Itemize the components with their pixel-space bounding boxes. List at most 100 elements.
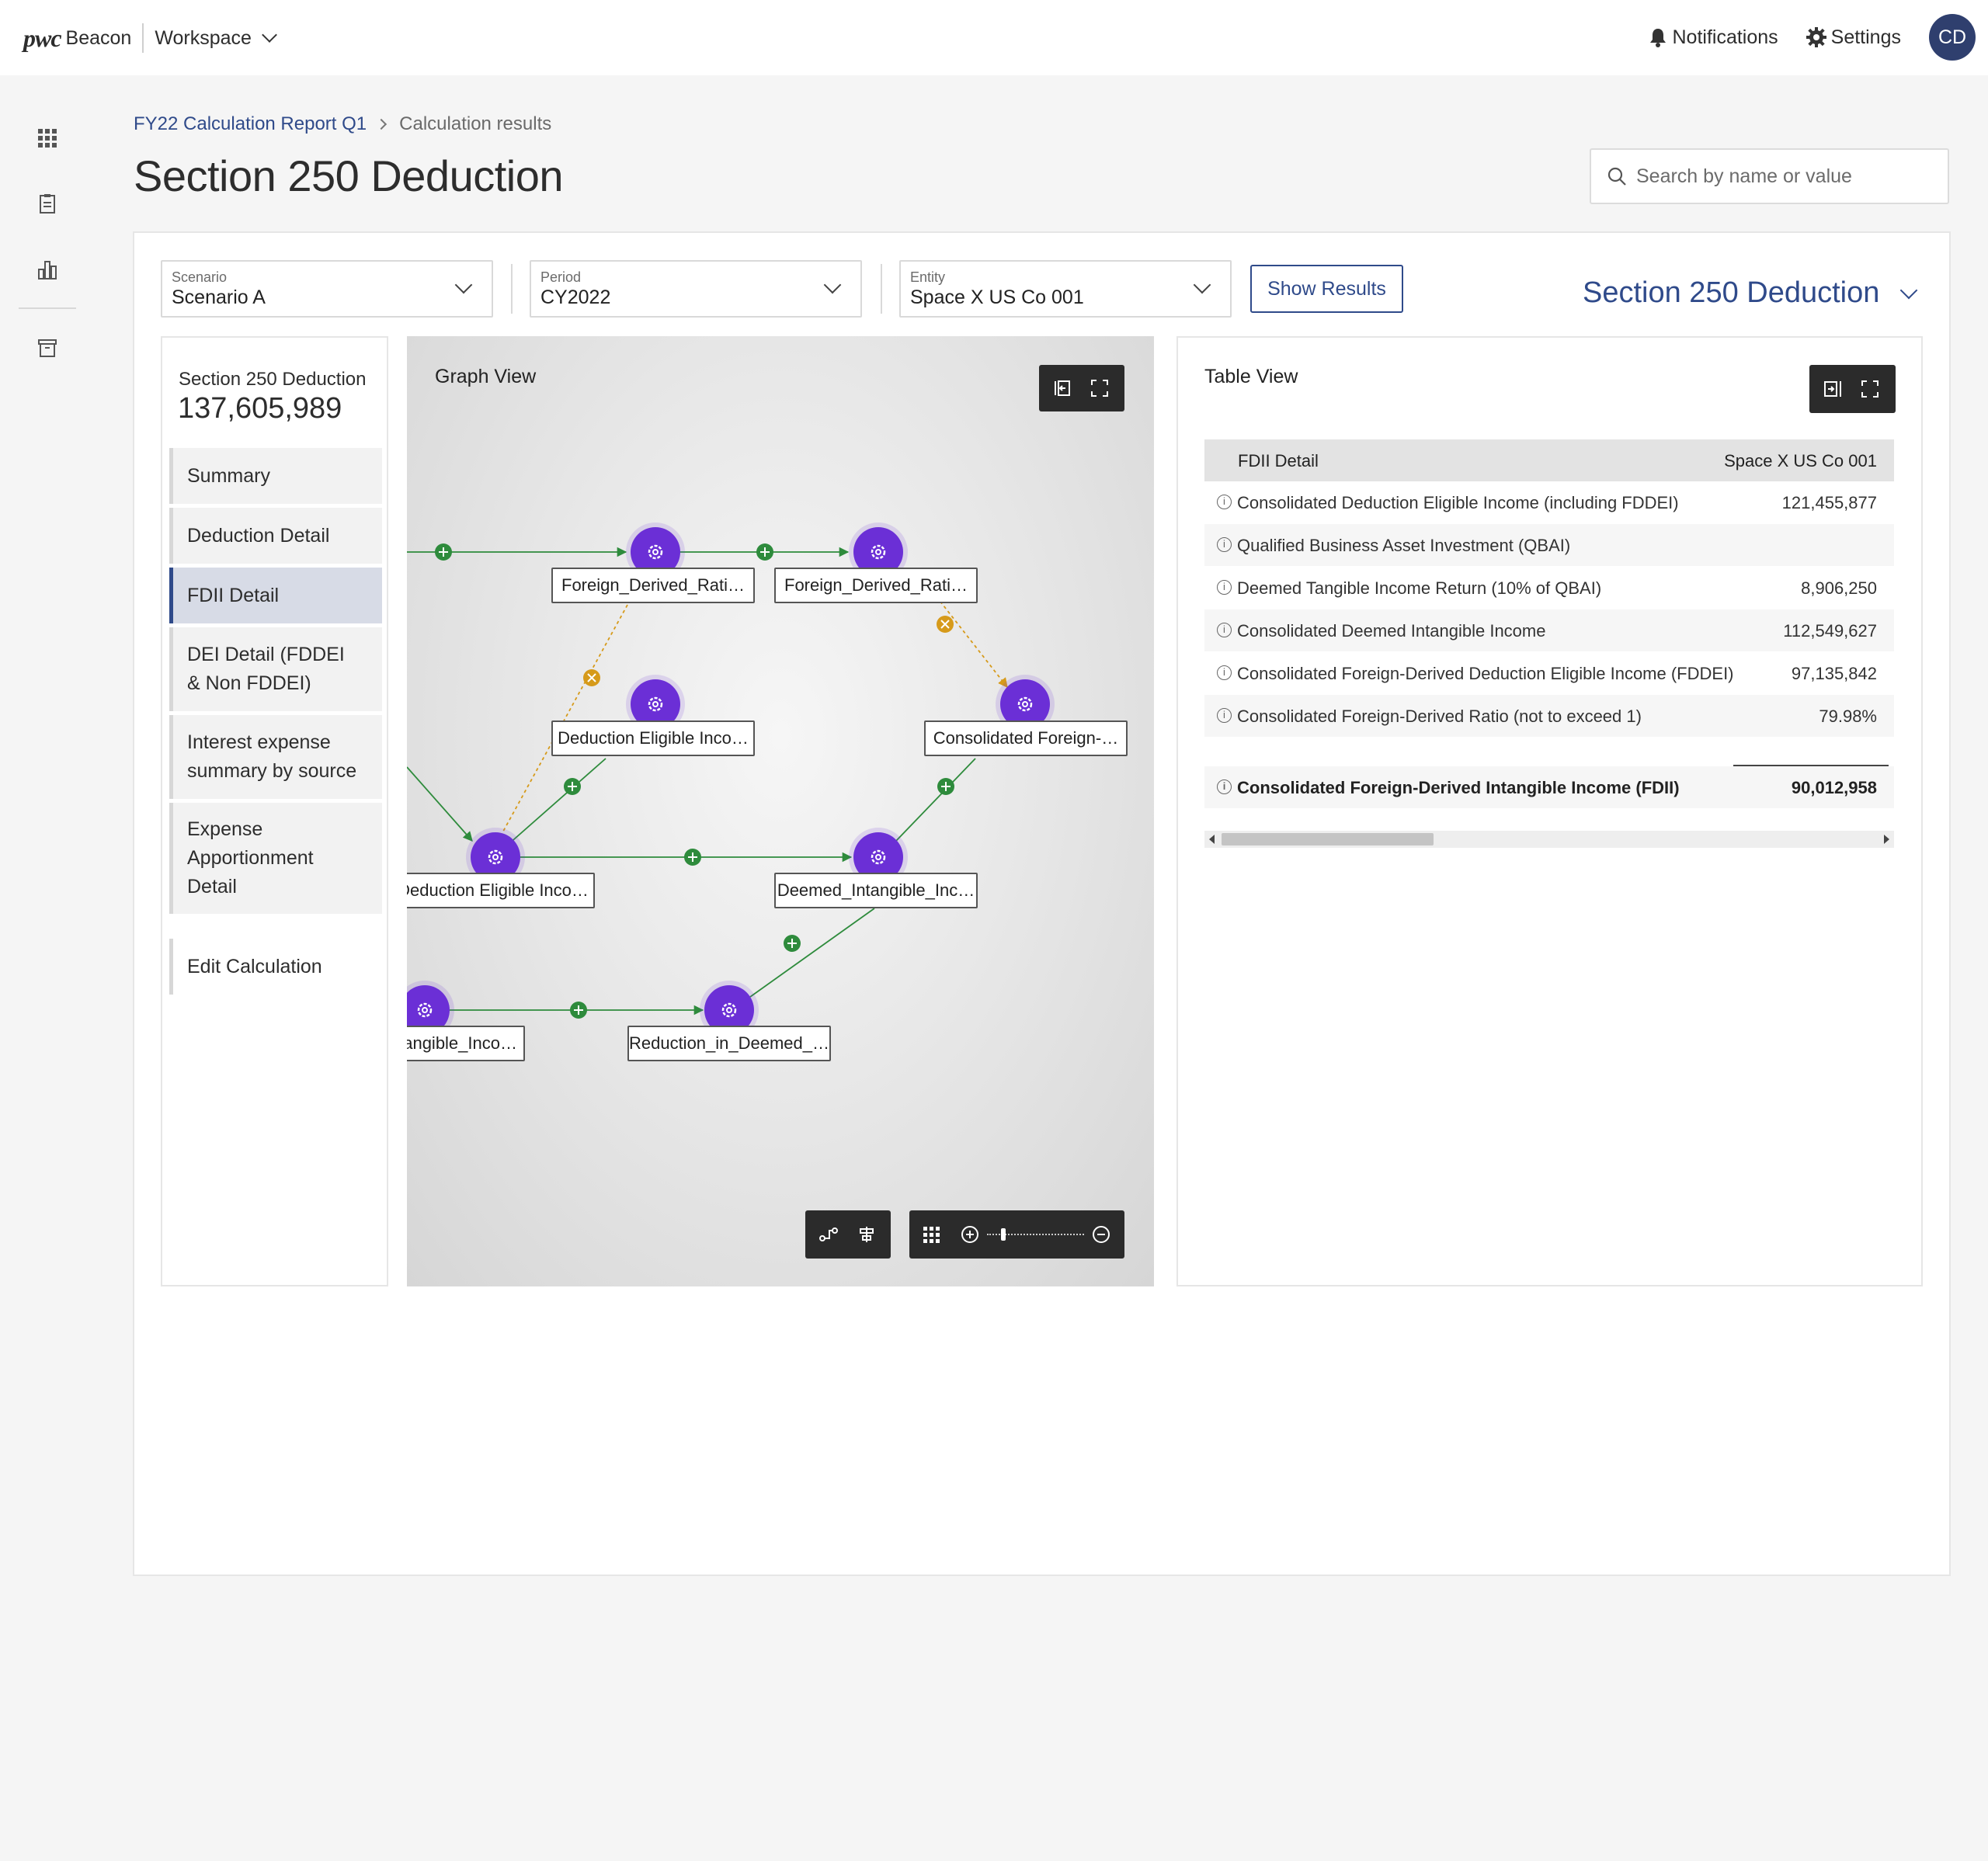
info-icon[interactable]: i [1217,537,1232,552]
chevron-down-icon [1193,276,1211,294]
chevron-down-icon [262,27,277,43]
nav-item-interest-expense[interactable]: Interest expense summary by source [169,715,382,799]
expand-panel-icon[interactable] [1823,380,1843,398]
zoom-in-icon[interactable] [961,1225,979,1244]
scroll-left-icon[interactable] [1209,835,1215,844]
clipboard-icon[interactable] [36,193,58,214]
nav-item-label: FDII Detail [187,584,280,606]
breadcrumb-parent-link[interactable]: FY22 Calculation Report Q1 [134,113,367,135]
grid-icon[interactable] [922,1225,940,1244]
scroll-right-icon[interactable] [1883,835,1889,844]
row-value: 79.98% [1819,707,1877,726]
table-row[interactable]: i Consolidated Foreign-Derived Ratio (no… [1204,695,1894,737]
entity-select[interactable]: Entity Space X US Co 001 [899,260,1232,318]
fullscreen-icon[interactable] [1090,379,1109,398]
graph-node-label[interactable]: Foreign_Derived_Rati… [551,568,755,603]
nav-item-summary[interactable]: Summary [169,448,382,504]
nav-item-label: DEI Detail (FDDEI & Non FDDEI) [187,644,345,694]
table-total-row[interactable]: i Consolidated Foreign-Derived Intangibl… [1204,766,1894,808]
graph-node-label[interactable]: Deemed_Intangible_Inc… [774,873,978,908]
bar-chart-icon[interactable] [36,259,58,280]
info-icon[interactable]: i [1217,779,1232,794]
graph-edge [895,758,976,842]
plus-circle-icon [784,935,801,952]
fullscreen-icon[interactable] [1861,380,1879,398]
search-input[interactable] [1636,165,1931,188]
brand[interactable]: pwc Beacon Workspace [23,23,277,53]
plus-circle-icon [435,543,452,561]
graph-edge [407,766,473,842]
gear-icon [1806,27,1826,47]
search-box[interactable] [1590,148,1949,204]
graph-view-title: Graph View [435,366,537,387]
zoom-out-icon[interactable] [1092,1225,1110,1244]
align-icon[interactable] [857,1225,876,1244]
info-icon[interactable]: i [1217,665,1232,680]
nav-item-expense-apportionment[interactable]: Expense Apportionment Detail [169,803,382,914]
settings-link[interactable]: Settings [1806,26,1901,49]
row-value: 112,549,627 [1783,621,1877,641]
plus-circle-icon [937,778,954,795]
info-icon[interactable]: i [1217,708,1232,723]
workspace-switcher[interactable]: Workspace [155,26,277,50]
table-row[interactable]: i Consolidated Foreign-Derived Deduction… [1204,652,1894,694]
graph-node-label[interactable]: Reduction_in_Deemed_… [627,1026,831,1061]
nav-item-dei-detail[interactable]: DEI Detail (FDDEI & Non FDDEI) [169,627,382,711]
scenario-select[interactable]: Scenario Scenario A [161,260,493,318]
gear-icon [417,1002,433,1018]
apps-grid-icon[interactable] [36,127,58,149]
chevron-down-icon [454,276,473,294]
connector-icon[interactable] [818,1225,839,1244]
total-label: Consolidated Foreign-Derived Intangible … [1237,778,1680,797]
chevron-down-icon [823,276,842,294]
edge-add-markers [435,543,954,1019]
row-value: 97,135,842 [1791,664,1877,683]
nav-item-edit-calculation[interactable]: Edit Calculation [169,939,382,995]
graph-node-label[interactable]: angible_Inco… [407,1026,525,1061]
table-row[interactable]: i Consolidated Deemed Intangible Income … [1204,609,1894,651]
archive-icon[interactable] [36,337,58,359]
section-selector[interactable]: Section 250 Deduction [1583,276,1918,310]
plus-circle-icon [564,778,581,795]
graph-view-panel[interactable]: Graph View Foreign_Derived_Rati… Foreign… [407,336,1154,1286]
table-column-header[interactable]: Space X US Co 001 [1724,451,1877,471]
period-select[interactable]: Period CY2022 [530,260,862,318]
entity-value: Space X US Co 001 [910,286,1084,308]
graph-node-label[interactable]: Deduction Eligible Inco… [407,873,595,908]
chevron-right-icon [376,118,388,130]
zoom-slider-handle[interactable] [1001,1228,1006,1241]
table-view-title: Table View [1204,366,1298,387]
zoom-slider[interactable] [987,1228,1084,1241]
scrollbar-thumb[interactable] [1222,833,1434,845]
graph-node-label[interactable]: Consolidated Foreign-… [924,720,1128,756]
gear-icon [721,1002,737,1018]
info-icon[interactable]: i [1217,495,1232,509]
info-icon[interactable]: i [1217,623,1232,637]
workspace-label: Workspace [155,26,252,49]
graph-toolbar-layout [805,1210,891,1259]
brand-divider [142,23,144,53]
plus-circle-icon [756,543,773,561]
nav-item-fdii-detail[interactable]: FDII Detail [169,568,382,623]
row-label: Qualified Business Asset Investment (QBA… [1237,536,1571,555]
table-row[interactable]: i Consolidated Deduction Eligible Income… [1204,481,1894,523]
graph-node-label[interactable]: Deduction Eligible Inco… [551,720,755,756]
breadcrumb-current: Calculation results [399,113,552,134]
row-value: 121,455,877 [1781,493,1877,512]
table-row[interactable]: i Qualified Business Asset Investment (Q… [1204,524,1894,566]
nav-item-deduction-detail[interactable]: Deduction Detail [169,508,382,564]
table-toolbar [1809,365,1896,413]
notifications-link[interactable]: Notifications [1649,26,1778,49]
multiply-circle-icon [937,616,954,633]
graph-node-label[interactable]: Foreign_Derived_Rati… [774,568,978,603]
row-label: Consolidated Deduction Eligible Income (… [1237,493,1679,512]
avatar[interactable]: CD [1929,14,1976,61]
gear-icon [871,849,886,865]
table-horizontal-scrollbar[interactable] [1204,831,1894,848]
chevron-down-icon [1900,281,1918,299]
show-results-button[interactable]: Show Results [1250,265,1403,313]
table-row[interactable]: i Deemed Tangible Income Return (10% of … [1204,567,1894,609]
info-icon[interactable]: i [1217,580,1232,595]
notifications-label: Notifications [1672,26,1778,48]
collapse-panel-icon[interactable] [1053,379,1072,398]
